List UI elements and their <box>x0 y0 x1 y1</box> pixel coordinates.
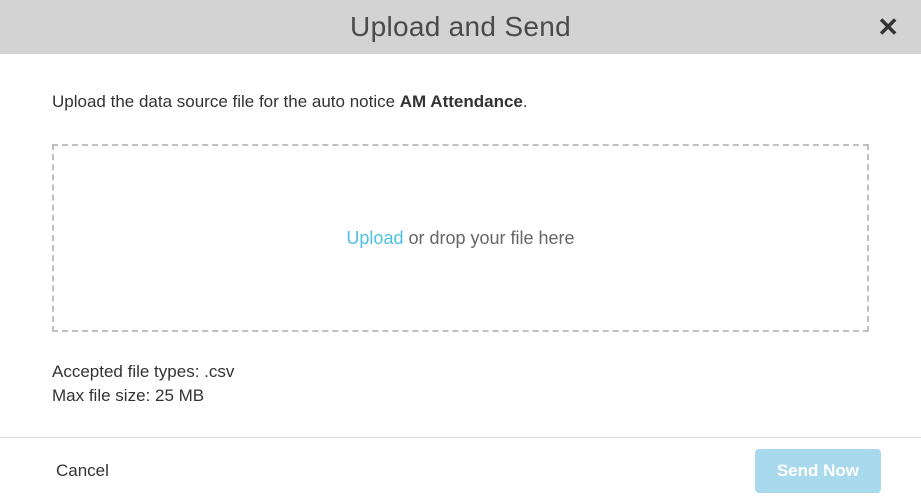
send-now-button[interactable]: Send Now <box>755 449 881 493</box>
max-size-label: Max file size: <box>52 386 155 405</box>
max-file-size: Max file size: 25 MB <box>52 384 869 408</box>
instruction-prefix: Upload the data source file for the auto… <box>52 92 400 111</box>
max-size-value: 25 MB <box>155 386 204 405</box>
close-icon[interactable]: ✕ <box>877 14 899 40</box>
accepted-types-value: .csv <box>204 362 234 381</box>
accepted-file-types: Accepted file types: .csv <box>52 360 869 384</box>
instruction-notice-name: AM Attendance <box>400 92 523 111</box>
file-dropzone[interactable]: Upload or drop your file here <box>52 144 869 332</box>
instruction-text: Upload the data source file for the auto… <box>52 92 869 112</box>
modal-title: Upload and Send <box>350 11 571 43</box>
upload-link[interactable]: Upload <box>346 228 403 248</box>
instruction-suffix: . <box>523 92 528 111</box>
modal-header: Upload and Send ✕ <box>0 0 921 54</box>
modal-footer: Cancel Send Now <box>0 437 921 503</box>
dropzone-rest: or drop your file here <box>403 228 574 248</box>
cancel-button[interactable]: Cancel <box>56 461 109 481</box>
accepted-types-label: Accepted file types: <box>52 362 204 381</box>
file-info: Accepted file types: .csv Max file size:… <box>52 360 869 408</box>
dropzone-text: Upload or drop your file here <box>346 228 574 249</box>
modal-body: Upload the data source file for the auto… <box>0 54 921 428</box>
